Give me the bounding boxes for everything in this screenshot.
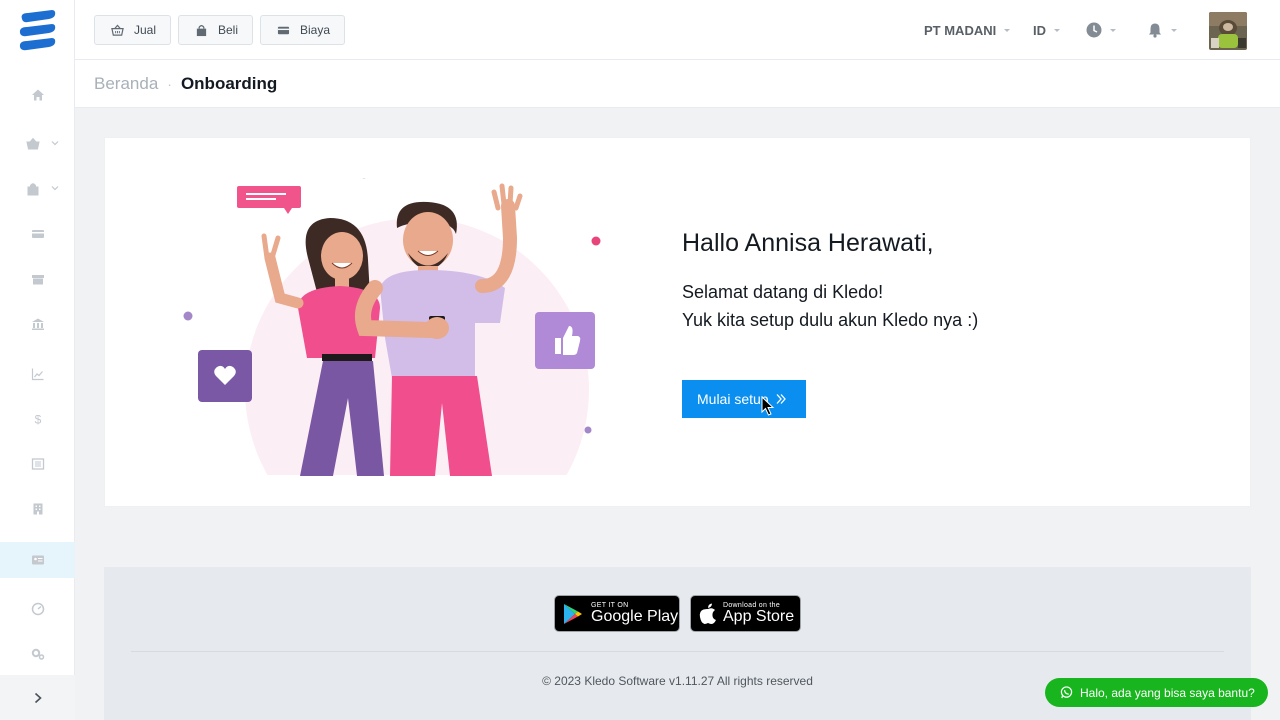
double-chevron-right-icon (776, 394, 786, 404)
google-play-big-text: Google Play (591, 608, 679, 625)
buy-button[interactable]: Beli (178, 15, 253, 45)
chevron-right-icon (34, 692, 42, 703)
sidebar-item-sales[interactable] (0, 126, 75, 162)
sidebar-item-finance[interactable]: $ (0, 401, 75, 437)
home-icon (31, 89, 44, 101)
app-store-badge[interactable]: Download on the App Store (690, 595, 801, 632)
gauge-icon (31, 602, 44, 616)
sidebar-item-home[interactable] (0, 77, 75, 113)
settings-icon (31, 648, 44, 660)
chart-icon (31, 368, 43, 381)
breadcrumb-separator: · (167, 75, 172, 92)
id-card-icon (31, 555, 44, 565)
clock-icon (1086, 22, 1102, 38)
list-icon (31, 458, 44, 470)
shopping-bag-icon (27, 183, 38, 196)
setup-prompt-text: Yuk kita setup dulu akun Kledo nya :) (682, 310, 979, 330)
buy-button-label: Beli (217, 23, 238, 37)
breadcrumb-home-link[interactable]: Beranda (94, 74, 158, 94)
sidebar-item-purchase[interactable] (0, 171, 75, 207)
basket-icon (111, 23, 124, 36)
whatsapp-chat-button[interactable]: Halo, ada yang bisa saya bantu? (1045, 678, 1268, 707)
welcome-illustration (180, 178, 620, 478)
bell-icon (1149, 23, 1161, 38)
sidebar-item-assets[interactable] (0, 491, 75, 527)
avatar[interactable] (1209, 12, 1247, 50)
caret-down-icon (1171, 28, 1177, 32)
breadcrumb: Beranda · Onboarding (75, 60, 1280, 108)
mouse-cursor-icon (761, 396, 775, 416)
bank-icon (31, 318, 44, 330)
language-selector[interactable]: ID (1033, 0, 1060, 60)
language-code: ID (1033, 22, 1046, 38)
topbar: Jual Beli Biaya PT MADANI ID (75, 0, 1280, 60)
apple-icon (699, 603, 716, 624)
page-title: Onboarding (180, 73, 278, 93)
basket-icon (25, 137, 40, 150)
sidebar: $ (0, 0, 75, 720)
sidebar-item-list[interactable] (0, 446, 75, 482)
footer-divider (131, 651, 1224, 652)
company-selector[interactable]: PT MADANI (924, 0, 1011, 60)
sidebar-item-inventory[interactable] (0, 261, 75, 297)
start-setup-label: Mulai setup (697, 391, 769, 407)
google-play-icon (564, 603, 582, 624)
svg-text:$: $ (34, 413, 41, 427)
app-store-big-text: App Store (723, 608, 795, 625)
expense-button[interactable]: Biaya (260, 15, 345, 45)
dollar-icon: $ (34, 413, 41, 427)
credit-card-icon (31, 230, 44, 238)
sidebar-item-settings[interactable] (0, 636, 75, 672)
sidebar-collapse-toggle[interactable] (0, 675, 75, 720)
shopping-bag-icon (196, 24, 207, 36)
sidebar-item-bank[interactable] (0, 306, 75, 342)
greeting-title: Hallo Annisa Herawati, (682, 229, 934, 257)
caret-down-icon (1110, 28, 1116, 32)
google-play-badge[interactable]: GET IT ON Google Play (554, 595, 680, 632)
expense-button-label: Biaya (299, 23, 330, 37)
whatsapp-chat-label: Halo, ada yang bisa saya bantu? (1080, 685, 1255, 700)
company-name: PT MADANI (924, 22, 997, 38)
notifications-button[interactable] (1147, 0, 1177, 60)
sell-button[interactable]: Jual (94, 15, 171, 45)
caret-down-icon (1054, 28, 1060, 32)
whatsapp-icon (1060, 686, 1073, 699)
kledo-logo[interactable] (16, 8, 58, 54)
sidebar-item-dashboard[interactable] (0, 591, 75, 627)
history-button[interactable] (1086, 0, 1116, 60)
sell-button-label: Jual (133, 23, 156, 37)
start-setup-button[interactable]: Mulai setup (682, 380, 806, 418)
sidebar-item-contacts[interactable] (0, 542, 75, 578)
box-icon (31, 275, 44, 285)
welcome-text: Selamat datang di Kledo! (682, 282, 884, 302)
onboarding-card: Hallo Annisa Herawati, Selamat datang di… (104, 137, 1251, 507)
chevron-down-icon (51, 141, 59, 146)
chevron-down-icon (51, 186, 59, 191)
credit-card-icon (277, 26, 290, 34)
user-photo (1209, 12, 1247, 50)
sidebar-item-reports[interactable] (0, 356, 75, 392)
caret-down-icon (1004, 28, 1011, 32)
building-icon (33, 503, 42, 515)
sidebar-item-expenses[interactable] (0, 216, 75, 252)
